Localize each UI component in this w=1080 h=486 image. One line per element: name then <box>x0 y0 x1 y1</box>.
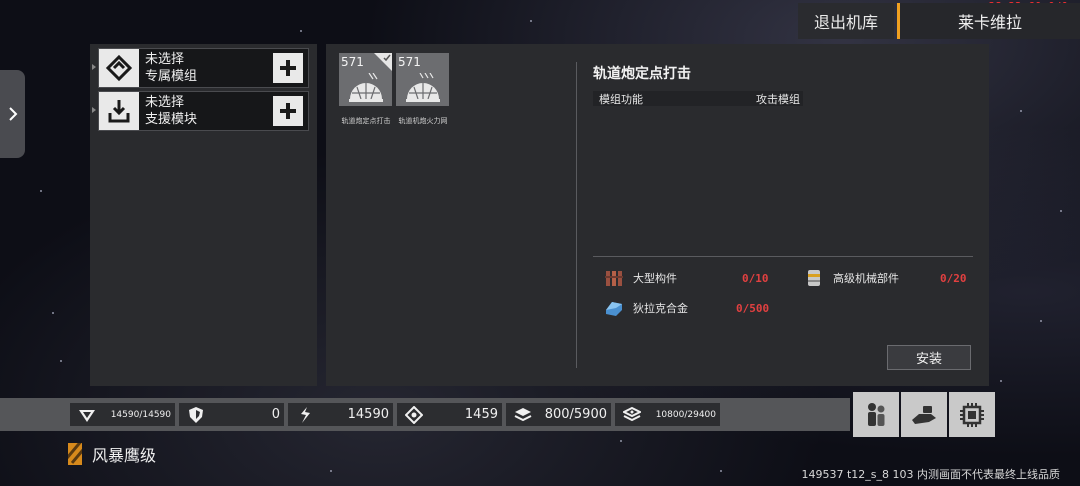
slot-type: 支援模块 <box>145 112 198 127</box>
material-advanced-mechanical-part: 高级机械部件 <box>804 268 899 288</box>
dome-barrage-icon <box>406 73 440 102</box>
chevron-right-icon <box>8 107 17 121</box>
exit-hangar-button[interactable]: 退出机库 <box>798 3 894 39</box>
card-label: 轨道炮定点打击 <box>341 117 391 125</box>
material-name: 高级机械部件 <box>833 272 899 285</box>
horizontal-divider <box>593 256 973 257</box>
chip-button[interactable] <box>949 392 995 437</box>
selected-check-icon <box>374 53 392 71</box>
stat-value: 10800/29400 <box>655 409 716 420</box>
slot-pointer <box>92 64 96 70</box>
material-name: 狄拉克合金 <box>633 302 688 315</box>
stat-stack: 10800/29400 <box>615 403 720 426</box>
stack-icon <box>623 406 641 421</box>
plus-icon <box>280 60 296 76</box>
mech-name-tab[interactable]: 莱卡维拉 <box>897 3 1080 39</box>
exclusive-module-icon <box>99 49 139 87</box>
hand-tool-icon <box>912 405 936 424</box>
dome-strike-icon <box>349 73 383 102</box>
large-component-icon <box>605 271 623 286</box>
module-card-orbital-strike[interactable]: 571 <box>339 53 392 106</box>
support-module-icon <box>99 92 139 130</box>
card-count: 571 <box>398 55 421 69</box>
card-count: 571 <box>341 55 364 69</box>
module-title: 轨道炮定点打击 <box>593 66 691 82</box>
shield-icon <box>189 406 203 423</box>
slot-status: 未选择 <box>145 52 185 67</box>
support-module-slot[interactable]: 未选择 支援模块 <box>92 91 309 131</box>
build-info: 149537 t12_s_8 103 内测画面不代表最终上线品质 <box>801 468 1060 481</box>
material-quantity: 0/20 <box>940 272 967 285</box>
module-function-value: 攻击模组 <box>756 93 800 106</box>
stat-energy: 14590 <box>288 403 393 426</box>
advanced-mechanical-part-icon <box>808 270 820 286</box>
slot-pointer <box>92 107 96 113</box>
add-support-module-button[interactable] <box>273 96 303 126</box>
exclusive-module-slot[interactable]: 未选择 专属模组 <box>92 48 309 88</box>
material-dirac-alloy: 狄拉克合金 <box>604 298 688 318</box>
card-label: 轨道机炮火力网 <box>398 117 448 125</box>
pilots-icon <box>868 402 885 426</box>
module-card-orbital-cannon-net[interactable]: 571 <box>396 53 449 106</box>
mech-name-label: 莱卡维拉 <box>957 13 1022 32</box>
add-exclusive-module-button[interactable] <box>273 53 303 83</box>
module-detail-panel: 571 轨道炮定点打击 571 轨道机炮火力网 轨道炮定点打击 模组功能 攻击模… <box>326 44 989 386</box>
material-name: 大型构件 <box>633 272 677 285</box>
class-badge-icon <box>68 443 82 465</box>
material-quantity: 0/500 <box>736 302 770 315</box>
layers-icon <box>514 407 532 421</box>
material-large-component: 大型构件 <box>604 268 677 288</box>
dirac-alloy-icon <box>606 302 622 316</box>
energy-icon <box>301 406 310 423</box>
plus-icon <box>280 103 296 119</box>
expand-side-panel-button[interactable] <box>0 70 25 158</box>
mech-class: 风暴鹰级 <box>68 442 156 466</box>
stat-value: 1459 <box>464 407 498 422</box>
stat-value: 0 <box>271 407 280 422</box>
stat-layers: 800/5900 <box>506 403 611 426</box>
pilot-button[interactable] <box>853 392 899 437</box>
install-button[interactable]: 安装 <box>887 345 971 370</box>
stat-value: 800/5900 <box>544 407 607 422</box>
stats-bar: 14590/14590 0 14590 1459 800/5900 10800/… <box>0 398 850 431</box>
vertical-divider <box>576 62 577 368</box>
stat-armor: 14590/14590 <box>70 403 175 426</box>
material-quantity: 0/10 <box>742 272 769 285</box>
armor-icon <box>79 409 95 422</box>
module-slots-panel: 未选择 专属模组 未选择 支援模块 <box>90 44 317 386</box>
equipment-button[interactable] <box>901 392 947 437</box>
chip-icon <box>960 402 984 427</box>
mech-class-name: 风暴鹰级 <box>92 446 157 465</box>
stat-shield: 0 <box>179 403 284 426</box>
stat-value: 14590/14590 <box>110 409 171 420</box>
stat-value: 14590 <box>347 407 389 422</box>
target-icon <box>405 405 423 424</box>
slot-type: 专属模组 <box>145 69 198 84</box>
slot-status: 未选择 <box>145 95 185 110</box>
stat-target: 1459 <box>397 403 502 426</box>
